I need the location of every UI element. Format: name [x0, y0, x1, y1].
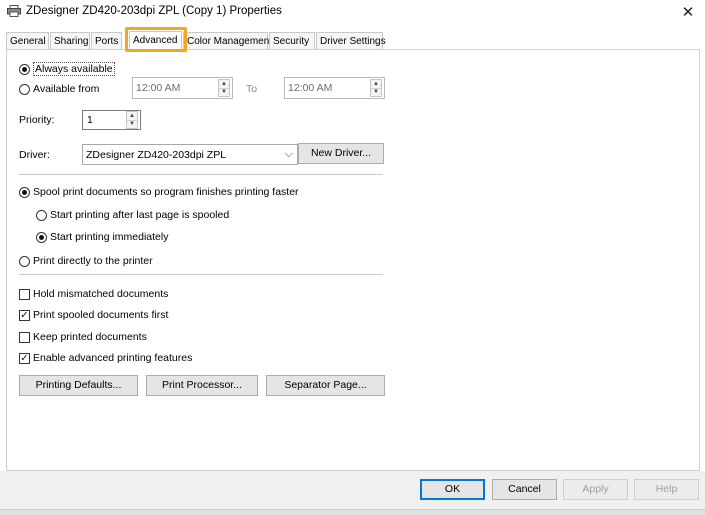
start-after-last-page-radio[interactable]	[36, 210, 47, 221]
separator-2	[19, 274, 383, 275]
tab-sharing[interactable]: Sharing	[50, 32, 90, 49]
spool-radio[interactable]	[19, 187, 30, 198]
from-time-field[interactable]: 12:00 AM ▲ ▼	[132, 77, 233, 99]
checkmark-icon: ✓	[20, 353, 29, 364]
to-time-spinner[interactable]: ▲ ▼	[370, 79, 382, 97]
start-immediately-radio[interactable]	[36, 232, 47, 243]
window-title: ZDesigner ZD420-203dpi ZPL (Copy 1) Prop…	[26, 5, 282, 17]
priority-value: 1	[87, 114, 93, 126]
new-driver-button[interactable]: New Driver...	[298, 143, 384, 164]
help-button[interactable]: Help	[634, 479, 699, 500]
print-spooled-first-label[interactable]: Print spooled documents first	[33, 309, 168, 321]
keep-printed-checkbox[interactable]	[19, 332, 30, 343]
ok-button[interactable]: OK	[420, 479, 485, 500]
priority-spinner[interactable]: ▲ ▼	[126, 111, 138, 129]
available-from-label[interactable]: Available from	[33, 83, 99, 95]
always-available-label[interactable]: Always available	[33, 62, 115, 76]
tab-ports[interactable]: Ports	[91, 32, 122, 49]
dialog-footer: OK Cancel Apply Help	[0, 471, 705, 515]
priority-input[interactable]: 1 ▲ ▼	[82, 110, 141, 130]
to-time-value: 12:00 AM	[288, 82, 333, 94]
printer-icon	[7, 5, 21, 17]
spin-down-icon[interactable]: ▼	[219, 88, 229, 96]
to-label: To	[246, 83, 258, 95]
print-spooled-first-checkbox[interactable]: ✓	[19, 310, 30, 321]
title-bar: ZDesigner ZD420-203dpi ZPL (Copy 1) Prop…	[0, 0, 705, 24]
enable-advanced-checkbox[interactable]: ✓	[19, 353, 30, 364]
start-after-last-page-label[interactable]: Start printing after last page is spoole…	[50, 209, 229, 221]
close-button[interactable]: ✕	[671, 0, 705, 24]
available-from-radio[interactable]	[19, 84, 30, 95]
apply-button[interactable]: Apply	[563, 479, 628, 500]
priority-label: Priority:	[19, 114, 55, 126]
print-processor-button[interactable]: Print Processor...	[146, 375, 258, 396]
tab-security[interactable]: Security	[269, 32, 315, 49]
spin-down-icon[interactable]: ▼	[127, 120, 137, 128]
bottom-edge	[0, 509, 705, 515]
from-time-value: 12:00 AM	[136, 82, 181, 94]
keep-printed-label[interactable]: Keep printed documents	[33, 331, 147, 343]
driver-selected-value: ZDesigner ZD420-203dpi ZPL	[86, 149, 227, 161]
driver-dropdown[interactable]: ZDesigner ZD420-203dpi ZPL ⌵	[82, 144, 298, 165]
print-directly-label[interactable]: Print directly to the printer	[33, 255, 153, 267]
tab-color-management[interactable]: Color Management	[183, 32, 272, 49]
tab-driver-settings[interactable]: Driver Settings	[316, 32, 386, 49]
enable-advanced-label[interactable]: Enable advanced printing features	[33, 352, 192, 364]
start-immediately-label[interactable]: Start printing immediately	[50, 231, 168, 243]
always-available-radio[interactable]	[19, 64, 30, 75]
tab-advanced[interactable]: Advanced	[129, 31, 182, 51]
cancel-button[interactable]: Cancel	[492, 479, 557, 500]
to-time-field[interactable]: 12:00 AM ▲ ▼	[284, 77, 385, 99]
separator-page-button[interactable]: Separator Page...	[266, 375, 385, 396]
spool-label[interactable]: Spool print documents so program finishe…	[33, 186, 299, 198]
chevron-down-icon: ⌵	[284, 148, 293, 160]
printing-defaults-button[interactable]: Printing Defaults...	[19, 375, 138, 396]
print-directly-radio[interactable]	[19, 256, 30, 267]
close-icon: ✕	[681, 4, 695, 21]
spin-down-icon[interactable]: ▼	[371, 88, 381, 96]
tab-general[interactable]: General	[6, 32, 49, 49]
tab-strip: General Sharing Ports Advanced Color Man…	[6, 31, 705, 51]
checkmark-icon: ✓	[20, 310, 29, 321]
from-time-spinner[interactable]: ▲ ▼	[218, 79, 230, 97]
driver-label: Driver:	[19, 149, 50, 161]
hold-mismatched-label[interactable]: Hold mismatched documents	[33, 288, 168, 300]
hold-mismatched-checkbox[interactable]	[19, 289, 30, 300]
separator-1	[19, 174, 383, 175]
